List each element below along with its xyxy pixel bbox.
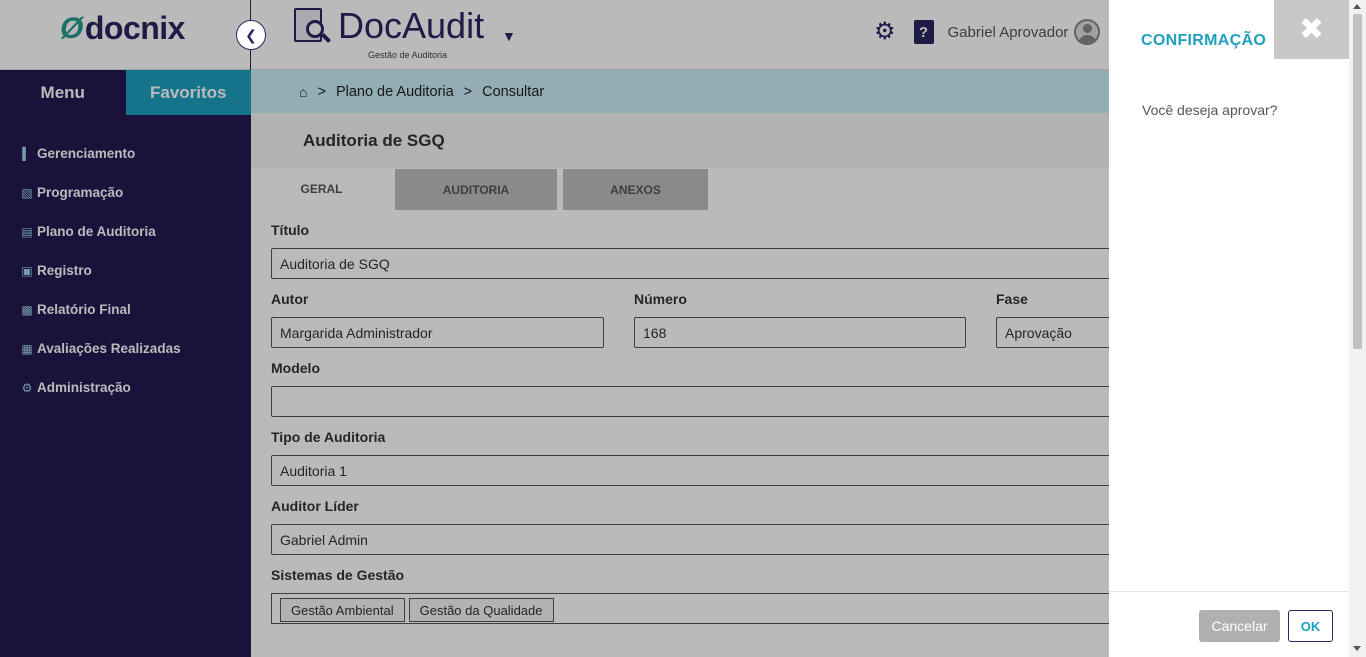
- chevron-left-icon: ❮: [245, 26, 257, 43]
- page-scrollbar[interactable]: [1349, 0, 1366, 657]
- cancel-button[interactable]: Cancelar: [1199, 610, 1280, 642]
- collapse-sidebar-button[interactable]: ❮: [236, 20, 266, 50]
- close-button[interactable]: ✖: [1274, 0, 1349, 59]
- scroll-down-arrow-icon[interactable]: [1353, 646, 1361, 651]
- ok-button[interactable]: OK: [1288, 610, 1333, 642]
- page: Ø docnix ❮ DocAudit Gestão de Auditoria …: [0, 0, 1366, 657]
- close-icon: ✖: [1298, 13, 1325, 46]
- scroll-up-arrow-icon[interactable]: [1353, 4, 1361, 9]
- confirmation-dialog: CONFIRMAÇÃO ✖ Você deseja aprovar? Cance…: [1109, 0, 1349, 657]
- dialog-message: Você deseja aprovar?: [1142, 102, 1278, 118]
- dialog-title: CONFIRMAÇÃO: [1141, 32, 1267, 49]
- scrollbar-thumb[interactable]: [1353, 14, 1362, 349]
- dialog-footer: Cancelar OK: [1109, 591, 1349, 657]
